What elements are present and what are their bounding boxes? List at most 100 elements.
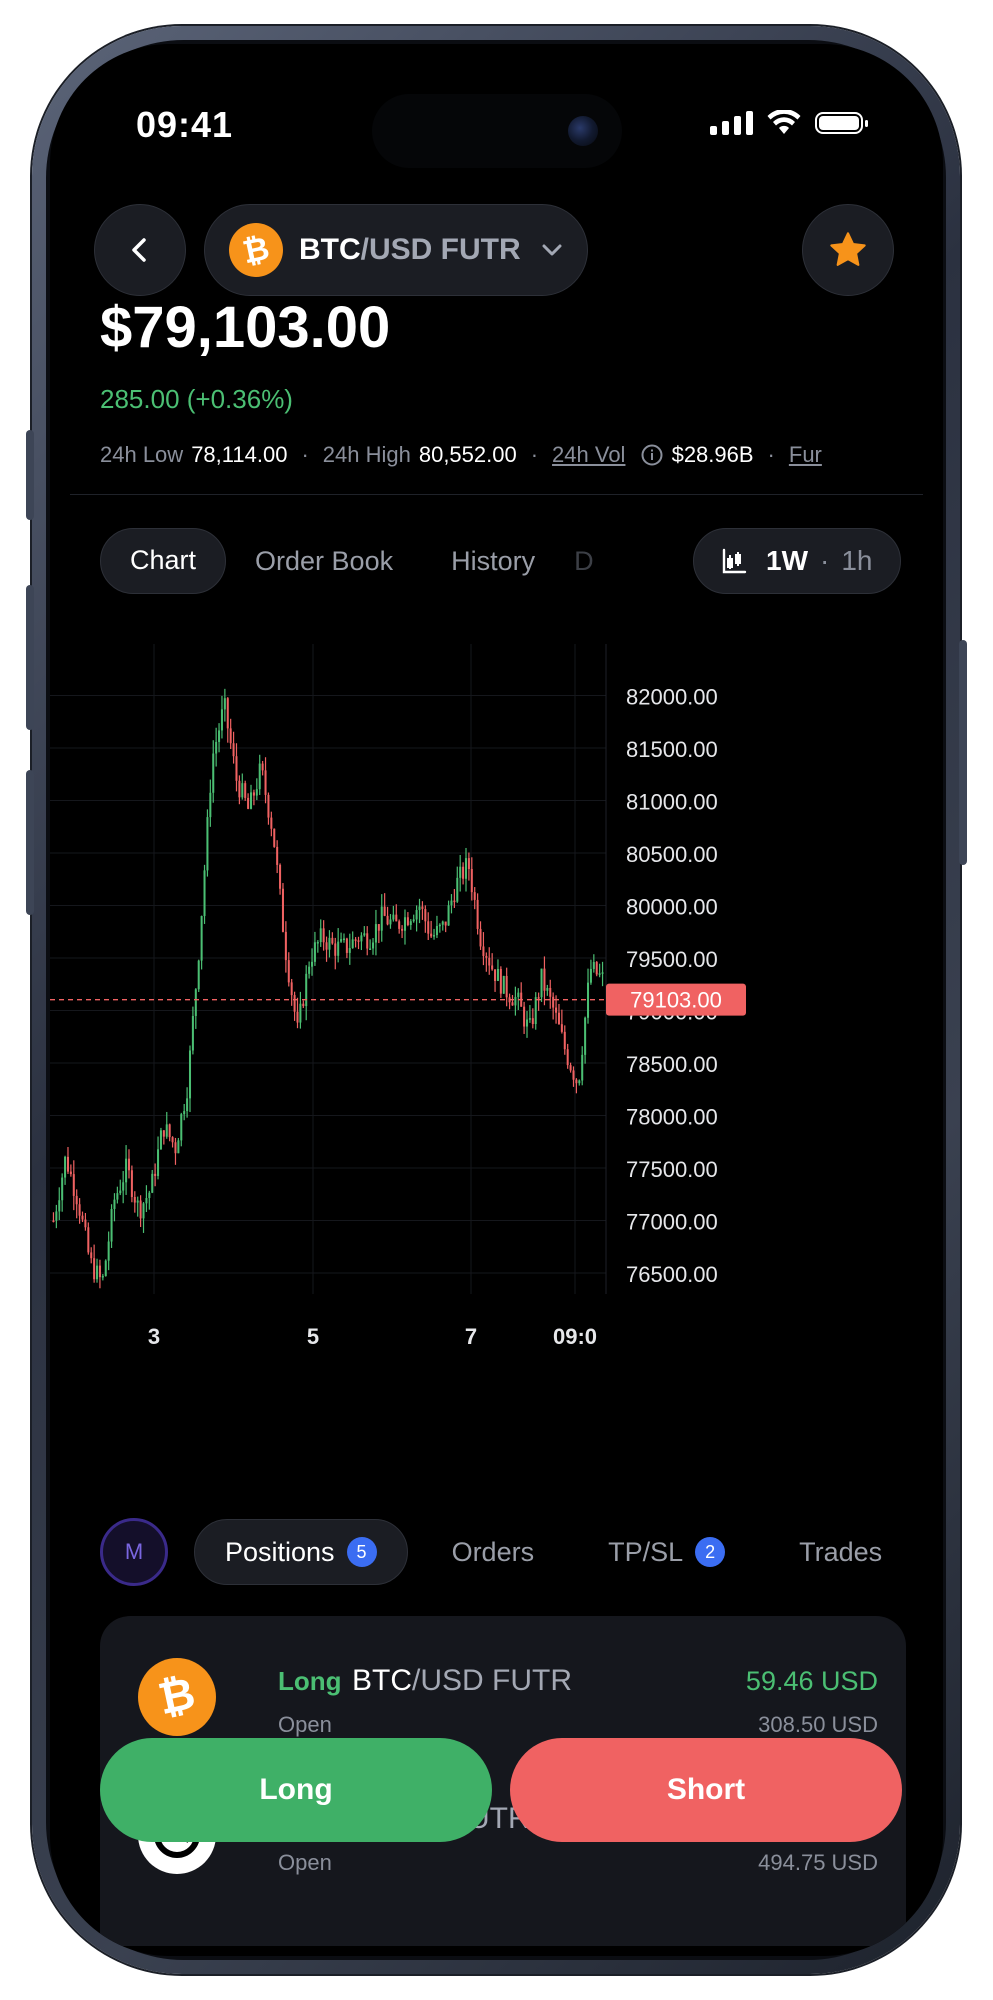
candle-body — [203, 870, 206, 917]
funding-label[interactable]: Fur — [789, 442, 822, 467]
short-button[interactable]: Short — [510, 1738, 902, 1842]
y-tick-label: 78500.00 — [626, 1052, 718, 1077]
tab-orders[interactable]: Orders — [422, 1519, 565, 1585]
candle-body — [223, 698, 226, 710]
candle-body — [157, 1149, 160, 1176]
candle-body — [337, 941, 340, 956]
tab-chart[interactable]: Chart — [100, 528, 227, 594]
candle-body — [78, 1204, 81, 1216]
candle-body — [555, 1007, 558, 1013]
candle-body — [66, 1156, 69, 1172]
pair-base: BTC — [299, 233, 361, 266]
tab-trades[interactable]: Trades — [769, 1519, 912, 1585]
candle-body — [206, 817, 209, 871]
candle-body — [462, 866, 465, 879]
back-button[interactable] — [94, 204, 186, 296]
candle-body — [377, 924, 380, 931]
candle-body — [165, 1124, 168, 1137]
candle-body — [101, 1275, 104, 1278]
candle-body — [171, 1137, 174, 1143]
candle-body — [75, 1195, 78, 1205]
candle-body — [334, 943, 337, 956]
tab-truncated[interactable]: D — [564, 528, 604, 594]
candle-body — [401, 928, 404, 931]
candle-body — [357, 940, 360, 942]
position-value: 494.75 USD — [758, 1850, 878, 1875]
low-label: 24h Low — [100, 442, 184, 467]
candle-body — [447, 905, 450, 926]
candle-body — [441, 921, 444, 925]
candle-body — [523, 1006, 526, 1027]
position-pair: BTC/USD FUTR — [352, 1664, 572, 1697]
position-status: Open — [278, 1850, 332, 1875]
candle-body — [398, 921, 401, 929]
candle-body — [241, 783, 244, 798]
candle-body — [525, 1019, 529, 1027]
volume-value: $28.96B — [671, 442, 754, 467]
candle-body — [319, 928, 322, 943]
candle-body — [276, 846, 279, 865]
candle-body — [273, 828, 276, 847]
candle-body — [511, 1002, 514, 1006]
favorite-button[interactable] — [802, 204, 894, 296]
account-badge[interactable]: M — [100, 1518, 168, 1586]
separator: · — [530, 442, 539, 467]
candle-body — [87, 1227, 90, 1253]
candle-body — [229, 728, 232, 744]
candle-body — [61, 1177, 64, 1201]
candle-body — [415, 910, 418, 920]
candle-body — [473, 892, 476, 900]
candle-body — [98, 1265, 101, 1278]
list-item[interactable]: ₿ Long BTC/USD FUTR Open 59.46 USD 308.5… — [138, 1658, 878, 1738]
last-price: $79,103.00 — [100, 295, 391, 360]
candle-body — [476, 899, 479, 929]
candle-body — [177, 1140, 180, 1154]
tab-order-book[interactable]: Order Book — [226, 528, 422, 594]
candle-body — [127, 1158, 131, 1171]
view-tabs: Chart Order Book History D — [100, 528, 604, 594]
candle-body — [537, 997, 540, 999]
candle-body — [215, 741, 218, 754]
candle-body — [191, 1015, 194, 1051]
candle-body — [212, 753, 215, 793]
tab-positions[interactable]: Positions 5 — [194, 1519, 408, 1585]
candle-body — [96, 1265, 99, 1280]
candle-body — [534, 997, 537, 1024]
tab-tpsl[interactable]: TP/SL 2 — [578, 1519, 755, 1585]
price-change: 285.00 (+0.36%) — [100, 384, 293, 414]
candle-body — [90, 1252, 93, 1259]
position-side: Long — [278, 1666, 342, 1696]
candle-body — [412, 919, 415, 922]
timeframe-selector[interactable]: 1W · 1h — [693, 528, 901, 594]
candle-body — [133, 1196, 136, 1203]
wifi-icon — [767, 110, 801, 134]
candle-body — [543, 968, 546, 991]
trades-label: Trades — [799, 1537, 883, 1567]
candle-body — [148, 1192, 151, 1199]
candle-body — [302, 1003, 305, 1007]
candle-body — [218, 730, 221, 742]
candle-body — [247, 797, 250, 809]
candle-body — [255, 789, 258, 796]
candle-body — [363, 933, 366, 936]
candle-body — [354, 939, 357, 941]
candle-body — [162, 1130, 165, 1137]
pair-selector[interactable]: ₿ BTC/USD FUTR — [204, 204, 588, 296]
price-chart[interactable]: 82000.00 81500.00 81000.00 80500.00 80000.00… — [50, 644, 943, 1534]
candle-body — [142, 1203, 145, 1219]
candle-body — [467, 858, 470, 869]
candle-body — [485, 955, 488, 958]
camera-icon — [568, 116, 598, 146]
volume-label[interactable]: 24h Vol — [552, 442, 625, 467]
y-tick-label: 80500.00 — [626, 842, 718, 867]
info-icon[interactable] — [640, 443, 664, 467]
tab-history[interactable]: History — [422, 528, 564, 594]
candle-body — [116, 1193, 119, 1200]
position-pnl: 59.46 USD — [745, 1666, 878, 1696]
candle-body — [311, 961, 314, 967]
candle-body — [279, 864, 282, 889]
long-button[interactable]: Long — [100, 1738, 492, 1842]
candle-body — [151, 1173, 154, 1193]
candle-body — [342, 938, 345, 941]
candle-body — [566, 1049, 569, 1066]
